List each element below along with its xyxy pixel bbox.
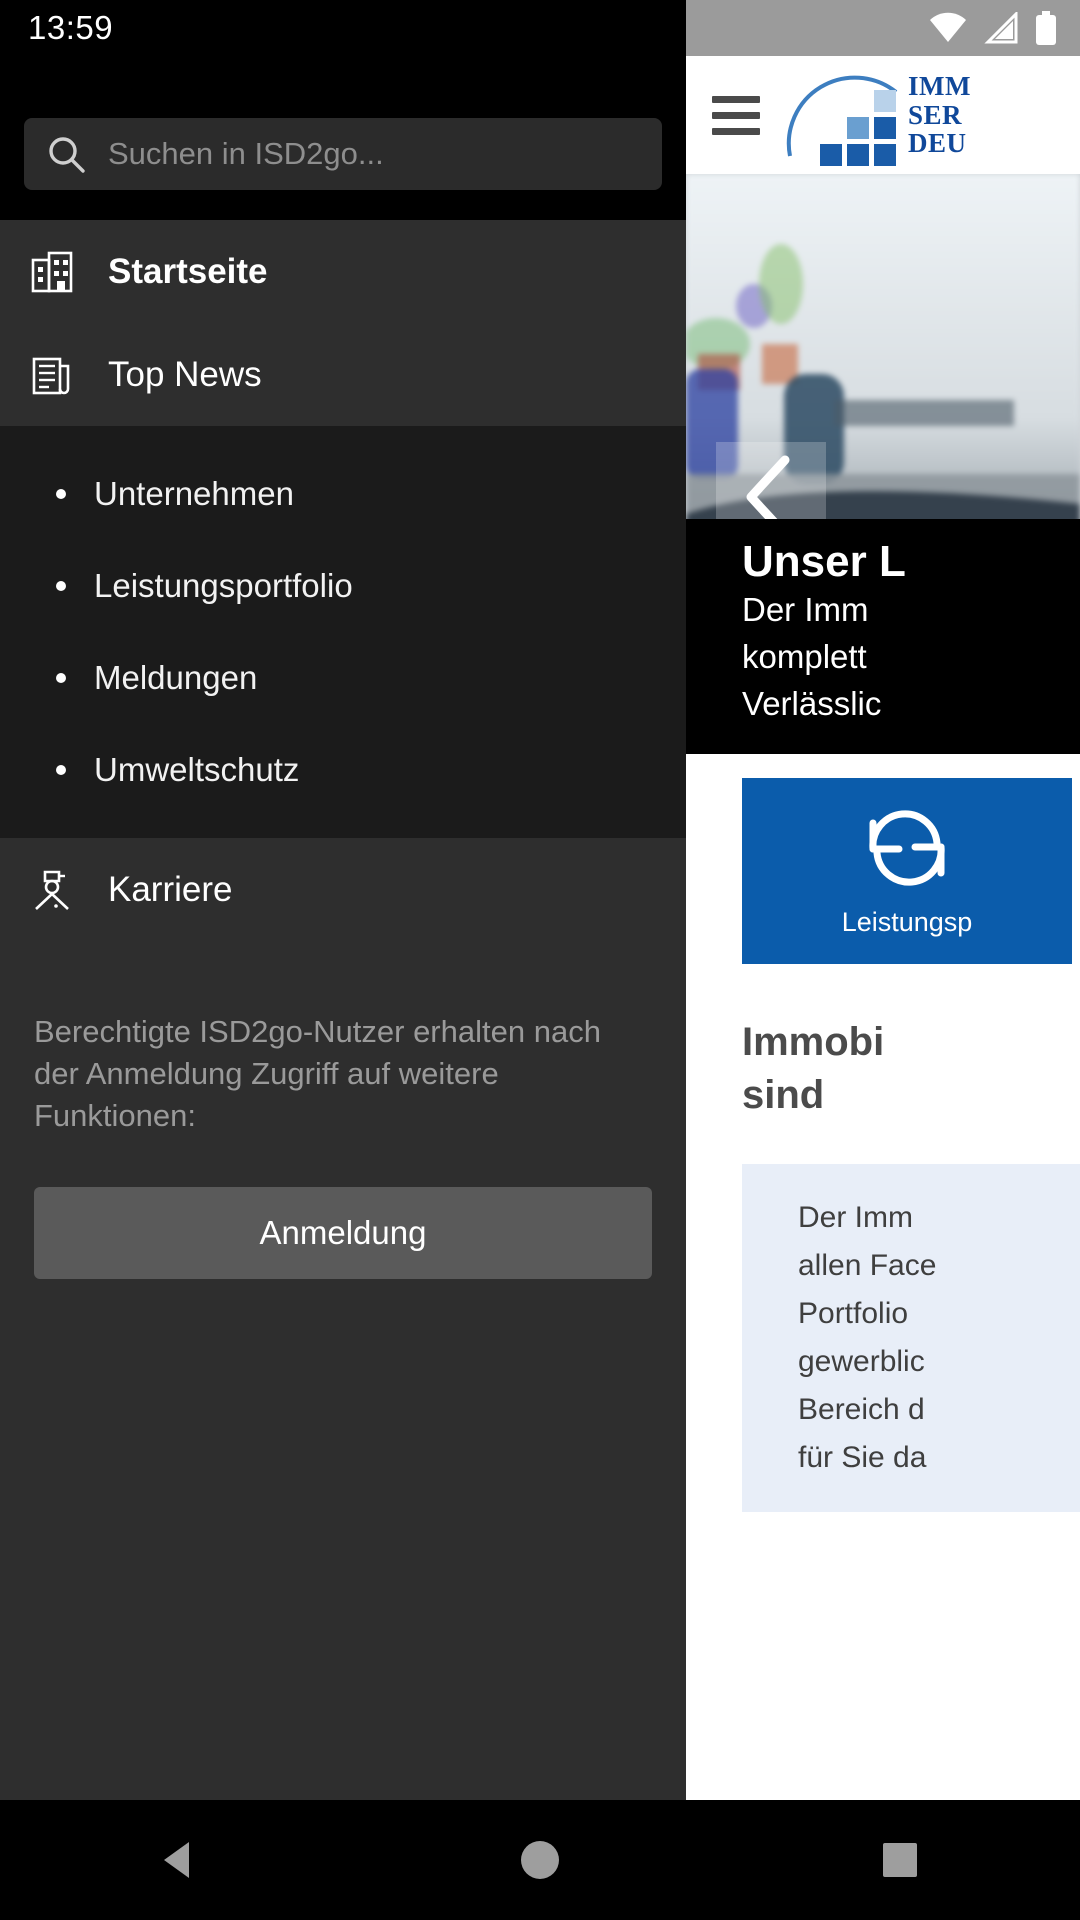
hero-line-2: komplett — [742, 638, 867, 676]
menu-item-label: Top News — [108, 354, 262, 394]
hero-line-1: Der Imm — [742, 591, 869, 629]
site-header: IMM SER DEU — [686, 56, 1080, 174]
article-title-line-1: Immobi — [742, 1020, 885, 1064]
logo-line-2: SER — [908, 99, 963, 130]
logo-squares — [820, 90, 896, 166]
bullet-icon — [56, 489, 66, 499]
battery-icon — [1036, 11, 1056, 45]
menu-item-karriere[interactable]: Karriere — [0, 838, 686, 941]
hero-caption: Unser L Der Imm komplett Verlässlic — [686, 518, 1080, 754]
drawer-submenu: Unternehmen Leistungsportfolio Meldungen… — [0, 426, 686, 838]
drawer-search-zone — [0, 56, 686, 220]
recents-button[interactable] — [840, 1800, 960, 1920]
submenu-item-label: Meldungen — [94, 659, 258, 696]
tile-label: Leistungsp — [841, 906, 973, 937]
menu-item-top-news[interactable]: Top News — [0, 323, 686, 426]
quote-line-2: allen Face — [798, 1248, 937, 1282]
quote-line-5: Bereich d — [798, 1392, 925, 1426]
article-title-line-2: sind — [742, 1072, 825, 1117]
triangle-back-icon — [164, 1842, 189, 1878]
search-box[interactable] — [24, 118, 662, 190]
status-clock: 13:59 — [28, 9, 114, 46]
submenu-item-unternehmen[interactable]: Unternehmen — [0, 448, 686, 540]
quote-line-4: gewerblic — [798, 1344, 925, 1378]
phone-screen: IMM SER DEU Unser L Der Imm komplett Ver… — [0, 0, 1080, 1920]
submenu-item-leistungsportfolio[interactable]: Leistungsportfolio — [0, 540, 686, 632]
quick-links: Leistungsp — [686, 754, 1080, 964]
hamburger-icon[interactable] — [712, 95, 760, 135]
square-recents-icon — [883, 1843, 917, 1877]
article-section: Immobi sind Der Imm allen Face Portfolio… — [686, 964, 1080, 1512]
quote-line-3: Portfolio — [798, 1296, 909, 1330]
tile-leistungsportfolio[interactable]: Leistungsp — [742, 778, 1072, 964]
submenu-item-umweltschutz[interactable]: Umweltschutz — [0, 724, 686, 816]
logo-wordmark: IMM SER DEU — [908, 72, 971, 158]
submenu-item-meldungen[interactable]: Meldungen — [0, 632, 686, 724]
android-navigation-bar — [0, 1800, 1080, 1920]
logo-line-3: DEU — [908, 128, 967, 159]
bullet-icon — [56, 581, 66, 591]
cellular-signal-icon — [984, 12, 1018, 44]
system-status-bar-left: 13:59 — [0, 0, 686, 56]
article-quote-box: Der Imm allen Face Portfolio gewerblic B… — [742, 1163, 1080, 1512]
search-input[interactable] — [108, 136, 640, 172]
bullet-icon — [56, 765, 66, 775]
quote-line-1: Der Imm — [798, 1200, 913, 1234]
hero-line-3: Verlässlic — [742, 685, 882, 723]
hero-title: Unser L — [742, 536, 906, 586]
home-button[interactable] — [480, 1800, 600, 1920]
newspaper-icon — [32, 357, 70, 394]
quote-line-6: für Sie da — [798, 1440, 927, 1474]
isd-logo-mark — [786, 72, 898, 166]
drawer-menu: Startseite Top News Unternehmen Leistung… — [0, 220, 686, 1280]
person-cap-icon — [35, 870, 69, 910]
logo-line-1: IMM — [908, 71, 971, 102]
site-logo[interactable]: IMM SER DEU — [786, 72, 971, 166]
menu-item-label: Karriere — [108, 869, 233, 909]
navigation-drawer: Startseite Top News Unternehmen — [0, 56, 686, 1800]
menu-item-startseite[interactable]: Startseite — [0, 220, 686, 323]
circle-home-icon — [521, 1841, 559, 1879]
login-block: Berechtigte ISD2go-Nutzer erhalten nach … — [0, 941, 686, 1280]
bullet-icon — [56, 673, 66, 683]
back-button[interactable] — [120, 1800, 240, 1920]
hero-carousel[interactable]: Unser L Der Imm komplett Verlässlic — [686, 174, 1080, 754]
submenu-item-label: Umweltschutz — [94, 751, 300, 788]
search-icon — [49, 137, 85, 173]
drawer-menu-tail: Karriere Berechtigte ISD2go-Nutzer erhal… — [0, 838, 686, 1280]
wifi-icon — [930, 12, 966, 43]
login-note: Berechtigte ISD2go-Nutzer erhalten nach … — [34, 1014, 601, 1134]
submenu-item-label: Leistungsportfolio — [94, 567, 353, 604]
system-status-bar-right — [686, 0, 1080, 56]
submenu-item-label: Unternehmen — [94, 475, 294, 512]
anmeldung-button[interactable]: Anmeldung — [34, 1187, 652, 1280]
building-icon — [31, 251, 73, 292]
sync-refresh-icon — [869, 809, 945, 886]
menu-item-label: Startseite — [108, 251, 268, 291]
web-page-content: IMM SER DEU Unser L Der Imm komplett Ver… — [686, 0, 1080, 1800]
